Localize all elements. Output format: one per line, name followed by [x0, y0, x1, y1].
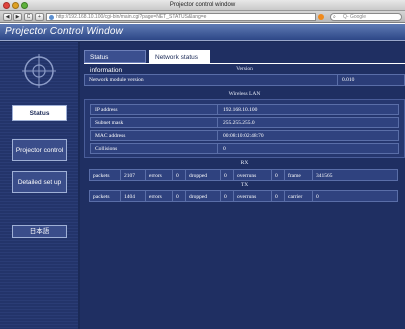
projector-logo-icon — [22, 54, 56, 88]
rss-icon[interactable] — [318, 14, 324, 20]
rx-stats-row: packets 2107 errors 0 dropped 0 overruns… — [89, 169, 400, 181]
search-placeholder: Q- Google — [343, 14, 367, 20]
network-status-panel: Version Network module version 0.010 Wir… — [84, 64, 405, 202]
rx-packets-label: packets — [89, 169, 121, 181]
browser-toolbar: ◀ ▶ C + http://192.168.10.100/cgi-bin/ma… — [0, 11, 405, 23]
rx-overruns-value: 0 — [272, 169, 285, 181]
reload-button[interactable]: C — [24, 13, 33, 21]
rx-frame-value: 341565 — [313, 169, 398, 181]
version-value: 0.010 — [338, 74, 405, 86]
wireless-section-title: Wireless LAN — [228, 91, 261, 97]
tx-packets-value: 1404 — [121, 190, 146, 202]
tx-carrier-label: carrier — [285, 190, 313, 202]
mac-address-label: MAC address — [90, 130, 218, 141]
ip-address-label: IP address — [90, 104, 218, 115]
rx-errors-label: errors — [146, 169, 173, 181]
ip-address-value: 192.168.10.100 — [218, 104, 399, 115]
app-header: Projector Control Window — [0, 24, 405, 41]
close-window-button[interactable] — [3, 2, 10, 9]
subnet-mask-label: Subnet mask — [90, 117, 218, 128]
tab-network-status[interactable]: Network status — [149, 50, 210, 63]
version-label: Network module version — [84, 74, 338, 86]
rx-overruns-label: overruns — [234, 169, 272, 181]
minimize-window-button[interactable] — [12, 2, 19, 9]
rx-frame-label: frame — [285, 169, 313, 181]
collisions-label: Collisions — [90, 143, 218, 154]
table-row: IP address 192.168.10.100 — [90, 104, 399, 115]
tx-carrier-value: 0 — [313, 190, 398, 202]
search-icon: ⌕ — [333, 14, 336, 20]
address-text: http://192.168.10.100/cgi-bin/main.cgi?p… — [56, 14, 207, 20]
sidebar-item-detailed-setup[interactable]: Detailed set up — [12, 171, 67, 193]
tx-errors-label: errors — [146, 190, 173, 202]
sidebar-item-status[interactable]: Status — [12, 105, 67, 121]
main-content: Status information Network status Versio… — [80, 42, 405, 329]
rx-errors-value: 0 — [173, 169, 186, 181]
globe-icon — [49, 15, 54, 20]
rx-dropped-label: dropped — [186, 169, 221, 181]
app-title: Projector Control Window — [5, 26, 124, 37]
window-titlebar: Projector control window — [0, 0, 405, 11]
tx-overruns-label: overruns — [234, 190, 272, 202]
wireless-info-table: IP address 192.168.10.100 Subnet mask 25… — [84, 99, 405, 158]
tx-packets-label: packets — [89, 190, 121, 202]
table-row: Collisions 0 — [90, 143, 399, 154]
collisions-value: 0 — [218, 143, 399, 154]
tx-overruns-value: 0 — [272, 190, 285, 202]
sidebar: Status Projector control Detailed set up… — [0, 42, 78, 329]
forward-button[interactable]: ▶ — [13, 13, 22, 21]
version-section-title: Version — [236, 66, 253, 72]
version-row: Network module version 0.010 — [84, 74, 405, 86]
sidebar-item-projector-control[interactable]: Projector control — [12, 139, 67, 161]
subnet-mask-value: 255.255.255.0 — [218, 117, 399, 128]
table-row: MAC address 00:08:10:02:48:70 — [90, 130, 399, 141]
tx-dropped-value: 0 — [221, 190, 234, 202]
language-button[interactable]: 日本語 — [12, 225, 67, 238]
address-bar[interactable]: http://192.168.10.100/cgi-bin/main.cgi?p… — [46, 13, 316, 21]
rx-section-title: RX — [240, 160, 249, 166]
tx-errors-value: 0 — [173, 190, 186, 202]
tx-section-title: TX — [240, 182, 249, 188]
search-field[interactable]: ⌕ Q- Google — [330, 13, 402, 21]
page: Projector Control Window Status Projecto… — [0, 24, 405, 329]
rx-dropped-value: 0 — [221, 169, 234, 181]
window-title: Projector control window — [169, 2, 236, 8]
tx-stats-row: packets 1404 errors 0 dropped 0 overruns… — [89, 190, 400, 202]
zoom-window-button[interactable] — [21, 2, 28, 9]
back-button[interactable]: ◀ — [3, 13, 12, 21]
table-row: Subnet mask 255.255.255.0 — [90, 117, 399, 128]
rx-packets-value: 2107 — [121, 169, 146, 181]
add-bookmark-button[interactable]: + — [35, 13, 44, 21]
tab-status-information[interactable]: Status information — [84, 50, 146, 74]
mac-address-value: 00:08:10:02:48:70 — [218, 130, 399, 141]
tx-dropped-label: dropped — [186, 190, 221, 202]
